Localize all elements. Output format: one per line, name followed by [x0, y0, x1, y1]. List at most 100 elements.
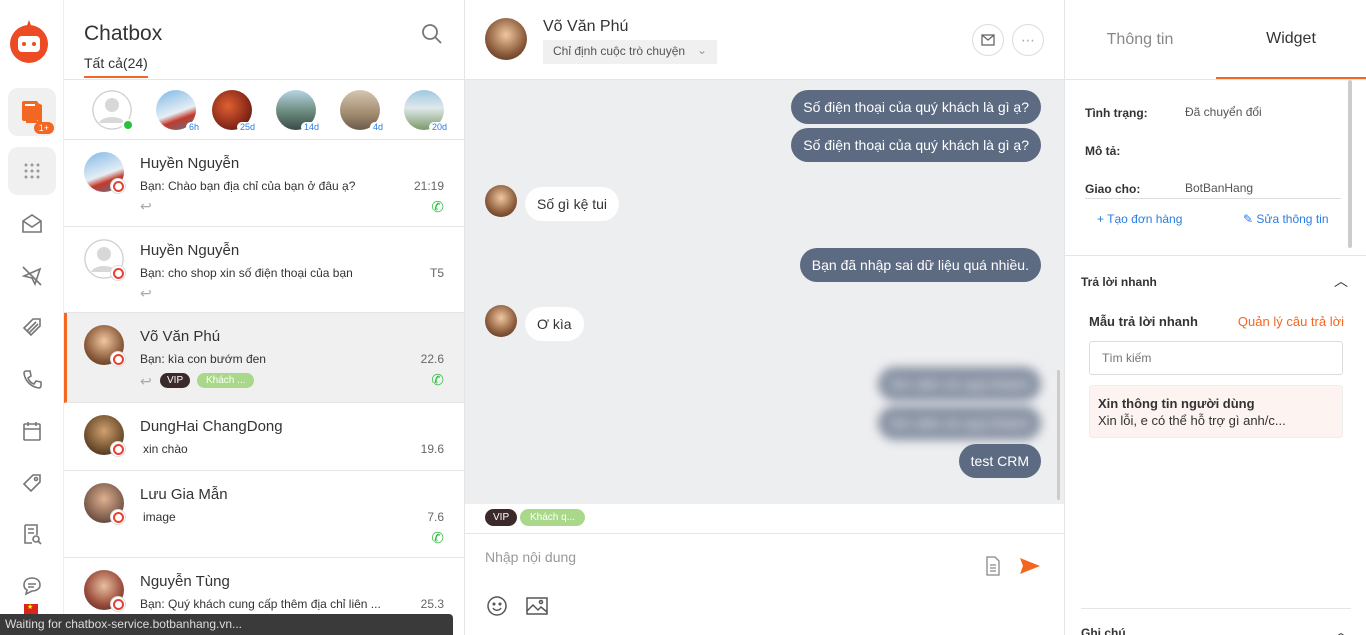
message-outgoing: Số điện thoại của quý khách là gì ạ? [791, 128, 1041, 162]
chevron-up-icon[interactable]: ︿ [1334, 271, 1348, 291]
story-age: 4d [369, 122, 386, 132]
story-avatar[interactable]: 4d [340, 90, 386, 132]
chat-scrollbar[interactable] [1057, 370, 1060, 500]
story-avatar[interactable]: 14d [276, 90, 322, 132]
chat-avatar[interactable] [485, 18, 527, 60]
nav-report[interactable] [8, 510, 56, 558]
edit-info-label: Sửa thông tin [1256, 212, 1329, 226]
chevron-up-icon[interactable]: ︿ [1334, 622, 1348, 635]
story-age: 6h [185, 122, 202, 132]
conversation-name: Võ Văn Phú [140, 328, 221, 345]
nav-inbox[interactable] [8, 199, 56, 247]
panel-scrollbar[interactable] [1348, 80, 1352, 248]
report-search-icon [24, 524, 42, 545]
chevron-down-icon: ⌄ [696, 43, 707, 57]
conversation-time: 22.6 [420, 352, 444, 366]
tag-vip[interactable]: VIP [160, 373, 191, 388]
story-avatar[interactable]: 25d [212, 90, 258, 132]
conversation-name: Lưu Gia Mẫn [140, 486, 228, 503]
divider [1085, 198, 1341, 199]
message-blurred: Xin cảm ơn quý khách [877, 406, 1041, 440]
story-avatar[interactable]: 6h [156, 90, 202, 132]
conversation-time: 19.6 [420, 442, 444, 456]
quick-reply-card[interactable]: Xin thông tin người dùng Xin lỗi, e có t… [1089, 385, 1343, 438]
conversation-item[interactable]: Lưu Gia Mẫn image 7.6 ✆ [64, 471, 464, 558]
reply-icon: ↩ [140, 373, 152, 389]
bot-logo-icon[interactable] [8, 16, 50, 66]
pencil-icon: ✎ [1243, 212, 1254, 226]
reply-icon: ↩ [140, 198, 152, 214]
status-value[interactable]: Đã chuyển đổi [1185, 105, 1262, 119]
status-label: Tình trạng: [1085, 106, 1148, 120]
tab-widget[interactable]: Widget [1216, 0, 1366, 79]
conversation-preview: Bạn: kìa con bướm đen [140, 352, 266, 366]
image-icon[interactable] [525, 594, 549, 618]
chat-bubbles-icon [23, 577, 41, 596]
nav-campaign[interactable] [8, 252, 56, 300]
tag-customer[interactable]: Khách q... [520, 509, 586, 526]
assign-conversation-dropdown[interactable]: Chỉ định cuộc trò chuyện ⌄ [543, 40, 717, 64]
nav-badge: 1+ [33, 122, 54, 134]
story-avatar[interactable]: 20d [404, 90, 450, 132]
message-outgoing: Bạn đã nhập sai dữ liệu quá nhiều. [799, 248, 1041, 282]
sender-avatar [485, 305, 517, 337]
conversation-item[interactable]: Huyền Nguyễn Bạn: cho shop xin số điện t… [64, 227, 464, 313]
phone-call-icon[interactable]: ✆ [431, 371, 444, 389]
phone-call-icon[interactable]: ✆ [431, 198, 444, 216]
conversation-preview: image [143, 510, 176, 524]
file-icon[interactable] [981, 554, 1005, 578]
quick-reply-search-input[interactable] [1089, 341, 1343, 375]
manage-replies-link[interactable]: Quản lý câu trả lời [1238, 314, 1344, 329]
vietnam-flag-icon[interactable] [24, 603, 38, 614]
message-incoming: Số gì kệ tui [525, 187, 620, 221]
plus-icon: + [1097, 212, 1105, 226]
nav-calendar[interactable] [8, 407, 56, 455]
story-age: 14d [300, 122, 322, 132]
story-avatar[interactable] [92, 90, 134, 131]
source-badge-icon [110, 351, 126, 367]
nav-price-tag[interactable] [8, 459, 56, 507]
source-badge-icon [110, 178, 126, 194]
search-icon[interactable] [420, 22, 444, 46]
source-badge-icon [110, 509, 126, 525]
template-title: Mẫu trả lời nhanh [1089, 314, 1198, 329]
browser-status-bar: Waiting for chatbox-service.botbanhang.v… [0, 614, 453, 635]
emoji-icon[interactable] [485, 594, 509, 618]
source-badge-icon [110, 441, 126, 457]
tag-customer[interactable]: Khách ... [197, 373, 255, 388]
conversation-list: Chatbox Tất cả(24) 6h 25d 14d 4d 20d Huy… [64, 0, 465, 635]
online-indicator [122, 119, 134, 131]
nav-tags[interactable] [8, 303, 56, 351]
conversation-item[interactable]: DungHai ChangDong xin chào 19.6 [64, 403, 464, 471]
phone-call-icon[interactable]: ✆ [431, 529, 444, 547]
create-order-link[interactable]: + Tạo đơn hàng [1097, 212, 1182, 226]
message-input[interactable]: Nhập nội dung [485, 549, 576, 565]
message-blurred: Xin cảm ơn quý khách [877, 367, 1041, 401]
conversation-name: DungHai ChangDong [140, 418, 283, 435]
info-panel: Thông tin Widget Tình trạng: Đã chuyển đ… [1064, 0, 1366, 635]
conversation-name: Huyền Nguyễn [140, 242, 240, 259]
assignee-value[interactable]: BotBanHang [1185, 181, 1253, 195]
filter-all-tab[interactable]: Tất cả(24) [84, 55, 148, 78]
tag-vip[interactable]: VIP [485, 509, 518, 526]
more-options-button[interactable]: ⋯ [1012, 24, 1044, 56]
story-row: 6h 25d 14d 4d 20d [64, 80, 464, 140]
send-icon[interactable] [1018, 554, 1042, 578]
message-incoming: Ơ kìa [525, 307, 584, 341]
nav-phone[interactable] [8, 355, 56, 403]
conversation-item[interactable]: Huyền Nguyễn Bạn: Chào bạn địa chỉ của b… [64, 140, 464, 227]
price-tag-icon [22, 474, 41, 493]
message-area[interactable]: Số điện thoại của quý khách là gì ạ? Số … [465, 80, 1064, 504]
conversation-item-selected[interactable]: Võ Văn Phú Bạn: kìa con bướm đen 22.6 ↩ … [64, 313, 464, 403]
edit-info-link[interactable]: ✎ Sửa thông tin [1243, 212, 1329, 226]
tab-info[interactable]: Thông tin [1065, 0, 1215, 79]
story-age: 20d [428, 122, 450, 132]
nav-apps[interactable] [8, 147, 56, 195]
mail-button[interactable] [972, 24, 1004, 56]
conversation-preview: Bạn: cho shop xin số điện thoại của bạn [140, 266, 353, 280]
quick-reply-heading: Trả lời nhanh [1081, 275, 1157, 289]
source-badge-icon [110, 596, 126, 612]
conversation-time: T5 [429, 266, 444, 280]
nav-chatbox[interactable]: 1+ [8, 88, 56, 136]
message-outgoing: Số điện thoại của quý khách là gì ạ? [791, 90, 1041, 124]
